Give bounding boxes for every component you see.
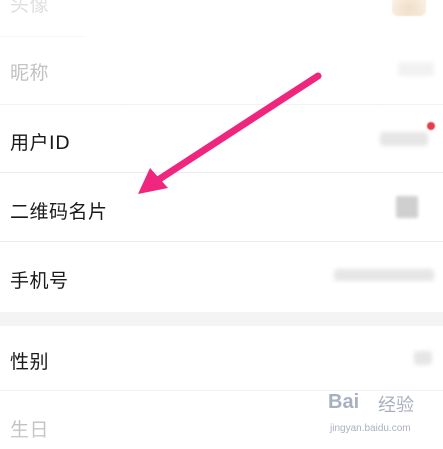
settings-row-user-id[interactable]: 用户ID [0,105,443,172]
notification-dot [427,122,435,130]
avatar-row-label: 头像 [10,0,50,16]
gender-value [414,351,432,365]
profile-settings-screen: 头像 昵称 用户ID 二维码名片 手机号 性别 生日 Bai 经验 jingya… [0,0,443,449]
settings-row-gender[interactable]: 性别 [0,326,443,390]
settings-row-avatar[interactable]: 头像 [0,0,443,36]
baidu-jingyan-watermark: Bai 经验 jingyan.baidu.com [328,389,438,445]
nickname-value [398,62,434,76]
qr-code-card-row-label: 二维码名片 [10,201,108,223]
nickname-row-label: 昵称 [10,62,50,84]
birthday-row-label: 生日 [10,419,50,441]
watermark-brand-text: 经验 [378,395,414,416]
user-id-value [380,132,428,146]
settings-row-nickname[interactable]: 昵称 [0,37,443,104]
watermark-url: jingyan.baidu.com [330,423,411,434]
avatar[interactable] [392,0,426,16]
phone-number-value [334,269,434,281]
phone-number-row-label: 手机号 [10,270,69,292]
section-separator [0,312,443,326]
watermark-logo-text: Bai [328,391,360,413]
qr-code-icon [396,196,418,218]
gender-row-label: 性别 [10,351,50,373]
user-id-row-label: 用户ID [10,132,71,154]
settings-row-qr-code-card[interactable]: 二维码名片 [0,173,443,241]
